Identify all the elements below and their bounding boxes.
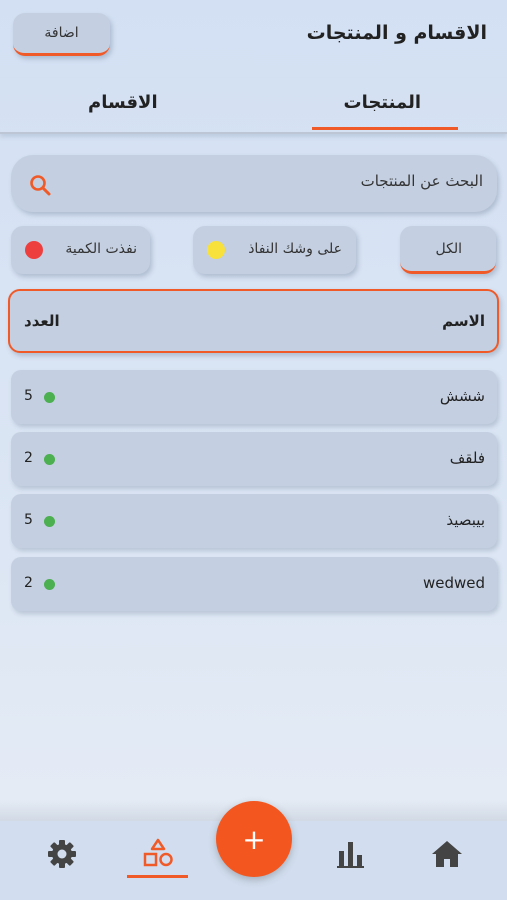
- table-header: الاسم العدد: [8, 289, 499, 353]
- product-name: بيبصيذ: [446, 511, 485, 529]
- yellow-dot-icon: [207, 241, 225, 259]
- filter-out-of-stock-label: نفذت الكمية: [65, 241, 137, 257]
- status-dot-icon: [44, 454, 55, 465]
- status-dot-icon: [44, 516, 55, 527]
- product-name: فلقف: [449, 449, 485, 467]
- shapes-icon[interactable]: [138, 836, 178, 872]
- table-row[interactable]: wedwed 2: [11, 557, 497, 611]
- filter-low-stock-label: على وشك النفاذ: [248, 241, 342, 257]
- product-count: 5: [24, 512, 33, 528]
- table-row[interactable]: بيبصيذ 5: [11, 494, 497, 548]
- column-header-name: الاسم: [442, 312, 485, 330]
- table-row[interactable]: فلقف 2: [11, 432, 497, 486]
- product-count: 5: [24, 388, 33, 404]
- search-input[interactable]: البحث عن المنتجات: [361, 172, 483, 190]
- column-header-count: العدد: [24, 312, 60, 330]
- home-icon[interactable]: [427, 836, 467, 872]
- search-bar[interactable]: البحث عن المنتجات: [11, 155, 497, 212]
- product-name: wedwed: [422, 574, 485, 592]
- product-count: 2: [24, 450, 33, 466]
- add-button[interactable]: اضافة: [13, 13, 110, 56]
- filter-low-stock-chip[interactable]: على وشك النفاذ: [193, 226, 356, 274]
- gear-icon[interactable]: [42, 836, 82, 872]
- status-dot-icon: [44, 392, 55, 403]
- active-nav-indicator: [127, 875, 188, 878]
- table-row[interactable]: ششش 5: [11, 370, 497, 424]
- tab-bar: المنتجات الاقسام: [0, 78, 507, 134]
- product-name: ششش: [439, 387, 485, 405]
- tab-products[interactable]: المنتجات: [343, 92, 421, 113]
- search-icon[interactable]: [28, 173, 52, 197]
- product-count: 2: [24, 575, 33, 591]
- status-dot-icon: [44, 579, 55, 590]
- page-title: الاقسام و المنتجات: [306, 22, 487, 44]
- filter-out-of-stock-chip[interactable]: نفذت الكمية: [11, 226, 150, 274]
- tab-sections[interactable]: الاقسام: [88, 92, 158, 113]
- filter-all-chip[interactable]: الكل: [400, 226, 496, 274]
- red-dot-icon: [25, 241, 43, 259]
- active-tab-indicator: [312, 127, 458, 130]
- add-fab-button[interactable]: +: [216, 801, 292, 877]
- filter-all-label: الكل: [435, 241, 463, 257]
- bar-chart-icon[interactable]: [331, 836, 371, 872]
- app-header: اضافة الاقسام و المنتجات: [0, 0, 507, 70]
